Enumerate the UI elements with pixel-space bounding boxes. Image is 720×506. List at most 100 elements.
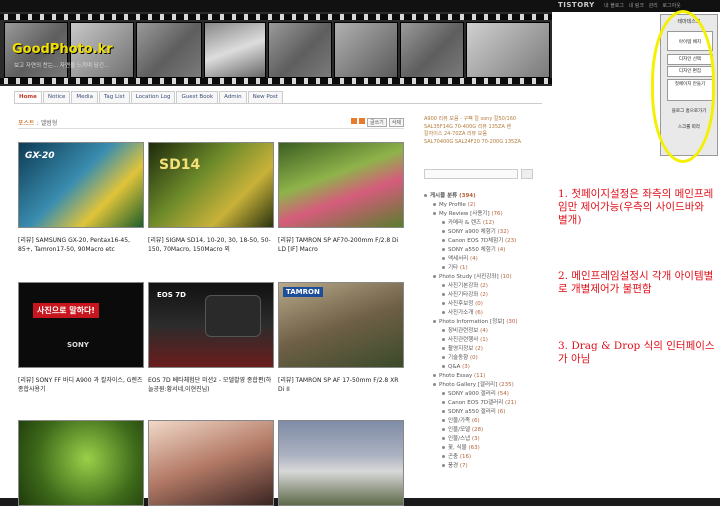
- category-item[interactable]: 장비관련정보 (4): [424, 327, 552, 336]
- tree-node-icon: [442, 329, 445, 332]
- category-item[interactable]: Photo Information [정보] (30): [424, 318, 552, 327]
- category-item[interactable]: Canon EOS 7D갤러리 (21): [424, 399, 552, 408]
- category-name: Photo Gallery [갤러리]: [439, 382, 498, 388]
- category-item[interactable]: 인물/모델 (28): [424, 426, 552, 435]
- category-item[interactable]: 카메라 & 렌즈 (12): [424, 219, 552, 228]
- category-item[interactable]: 촬영지정보 (2): [424, 345, 552, 354]
- post-title[interactable]: [리뷰] TAMRON SP AF70-200mm F/2.8 Di LD [I…: [278, 236, 404, 254]
- post-thumbnail[interactable]: SD14: [148, 142, 274, 228]
- post-thumbnail[interactable]: EOS 7D: [148, 282, 274, 368]
- tree-node-icon: [442, 266, 445, 269]
- top-link-admin[interactable]: 관리: [649, 3, 658, 9]
- tab-new-post[interactable]: New Post: [247, 91, 283, 103]
- prev-icon[interactable]: [350, 118, 357, 124]
- annotation-note-1: 1. 첫페이지설정은 좌측의 메인프레임만 제어가능(우측의 사이드바와 별개): [558, 188, 714, 226]
- search-icon[interactable]: [521, 169, 533, 179]
- category-name: Canon EOS 7D갤러리: [448, 400, 504, 406]
- category-item[interactable]: 사진가소개 (6): [424, 309, 552, 318]
- post-thumbnail[interactable]: TAMRON: [278, 282, 404, 368]
- next-icon[interactable]: [358, 118, 365, 124]
- category-list: 게시물 분류 (394) My Profile (2) My Review [사용기…: [424, 192, 552, 471]
- category-item[interactable]: Photo Study [사진강좌] (10): [424, 273, 552, 282]
- featured-line[interactable]: SAL70400G SAL24F20 70-200G 135ZA: [424, 139, 544, 147]
- post-title[interactable]: [리뷰] TAMRON SP AF 17-50mm F/2.8 XR Di II: [278, 376, 404, 394]
- category-item[interactable]: 사진관련행사 (1): [424, 336, 552, 345]
- top-bar: TISTORY 내 블로그 내 링크 관리 로그아웃: [0, 0, 720, 12]
- category-item[interactable]: 사진기타강좌 (2): [424, 291, 552, 300]
- category-item[interactable]: 풍경 (7): [424, 462, 552, 471]
- tab-location-log[interactable]: Location Log: [130, 91, 176, 103]
- sidebar-search-input[interactable]: [424, 169, 518, 179]
- category-name: 사진기타강좌: [448, 292, 479, 298]
- post-title[interactable]: [리뷰] SAMSUNG GX-20, Pentax16-45, 85+, Ta…: [18, 236, 144, 254]
- category-item[interactable]: Photo Gallery [갤러리] (235): [424, 381, 552, 390]
- category-item[interactable]: Q&A (3): [424, 363, 552, 372]
- write-button[interactable]: 글쓰기: [366, 118, 387, 127]
- category-item[interactable]: 인물/스냅 (3): [424, 435, 552, 444]
- tab-admin[interactable]: Admin: [219, 91, 247, 103]
- delete-button[interactable]: 삭제: [388, 118, 404, 127]
- post-thumbnail[interactable]: [18, 420, 144, 506]
- category-count: (28): [471, 427, 484, 433]
- category-name: Photo Information [정보]: [439, 319, 505, 325]
- blog-title[interactable]: GoodPhoto.kr: [12, 42, 113, 57]
- annotation-note-3: 3. Drag & Drop 식의 인터페이스가 아님: [558, 340, 715, 365]
- highlight-ellipse: [651, 10, 715, 163]
- category-count: (23): [505, 238, 517, 244]
- post-thumbnail[interactable]: 사진으로 말하다! SONY: [18, 282, 144, 368]
- post-thumbnail[interactable]: GX-20: [18, 142, 144, 228]
- tab-home[interactable]: Home: [14, 91, 42, 103]
- tab-notice[interactable]: Notice: [42, 91, 71, 103]
- tab-media[interactable]: Media: [71, 91, 98, 103]
- category-item[interactable]: My Review [사용기] (76): [424, 210, 552, 219]
- category-count: (394): [459, 193, 476, 199]
- post-thumbnail[interactable]: [278, 142, 404, 228]
- post-thumbnail[interactable]: [278, 420, 404, 506]
- tree-node-icon: [433, 275, 436, 278]
- featured-line[interactable]: 칼자이스 24-70ZA 리뷰 모음: [424, 131, 544, 139]
- category-count: (1): [459, 265, 468, 271]
- film-frame: [268, 22, 332, 78]
- featured-line[interactable]: SAL35F14G 70-400G 리뷰 135ZA 렌: [424, 124, 544, 132]
- category-item[interactable]: Photo Essay (11): [424, 372, 552, 381]
- annotation-note-2: 2. 메인프레임설정시 각개 아이템별로 개별제어가 불편함: [558, 270, 714, 295]
- category-count: (0): [475, 301, 483, 307]
- category-count: (4): [470, 256, 478, 262]
- category-item[interactable]: 인물/가족 (6): [424, 417, 552, 426]
- nav-divider: [14, 103, 542, 104]
- category-item[interactable]: My Profile (2): [424, 201, 552, 210]
- category-item[interactable]: SONY a900 체험기 (32): [424, 228, 552, 237]
- tree-node-icon: [433, 374, 436, 377]
- category-item[interactable]: 사진기본강좌 (2): [424, 282, 552, 291]
- category-item[interactable]: 기타 (1): [424, 264, 552, 273]
- top-link-my-blog[interactable]: 내 블로그: [604, 3, 624, 9]
- tree-node-icon: [433, 212, 436, 215]
- tab-guest-book[interactable]: Guest Book: [176, 91, 219, 103]
- tab-tag-list[interactable]: Tag List: [98, 91, 130, 103]
- tistory-logo[interactable]: TISTORY: [558, 1, 595, 9]
- category-name: 사진후보정: [448, 301, 474, 307]
- category-count: (11): [474, 373, 486, 379]
- category-item[interactable]: 꽃, 식물 (63): [424, 444, 552, 453]
- post-title[interactable]: [리뷰] SIGMA SD14, 10-20, 30, 18-50, 50-15…: [148, 236, 274, 254]
- category-item[interactable]: 사진후보정 (0): [424, 300, 552, 309]
- post-title[interactable]: EOS 7D 베타체험단 미션2 - 모델촬영 종합편(하늘공원:황서네,이현진…: [148, 376, 274, 394]
- category-name: Photo Study [사진강좌]: [439, 274, 499, 280]
- category-item[interactable]: 게시물 분류 (394): [424, 192, 552, 201]
- category-item[interactable]: SONY a550 갤러리 (6): [424, 408, 552, 417]
- post-thumbnail[interactable]: [148, 420, 274, 506]
- thumb-text: SD14: [159, 157, 201, 173]
- category-item[interactable]: SONY a550 체험기 (4): [424, 246, 552, 255]
- category-item[interactable]: 곤충 (16): [424, 453, 552, 462]
- category-item[interactable]: Canon EOS 7D체험기 (23): [424, 237, 552, 246]
- category-item[interactable]: SONY a900 갤러리 (54): [424, 390, 552, 399]
- category-item[interactable]: 액세서리 (4): [424, 255, 552, 264]
- top-link-my-link[interactable]: 내 링크: [629, 3, 644, 9]
- featured-line[interactable]: A900 리뷰 모음 - 구팩 칼 sony 칼50/160: [424, 116, 544, 124]
- category-name: 풍경: [448, 463, 459, 469]
- category-item[interactable]: 기술동향 (0): [424, 354, 552, 363]
- blog-tagline: 보고 자연의 찬는... 자연을 느끼며 담긴...: [14, 63, 110, 69]
- post-title[interactable]: [리뷰] SONY FF 바디 A900 과 칼자이스, G렌즈 종합사용기: [18, 376, 144, 394]
- film-holes-top: [0, 14, 552, 20]
- top-link-logout[interactable]: 로그아웃: [662, 3, 680, 9]
